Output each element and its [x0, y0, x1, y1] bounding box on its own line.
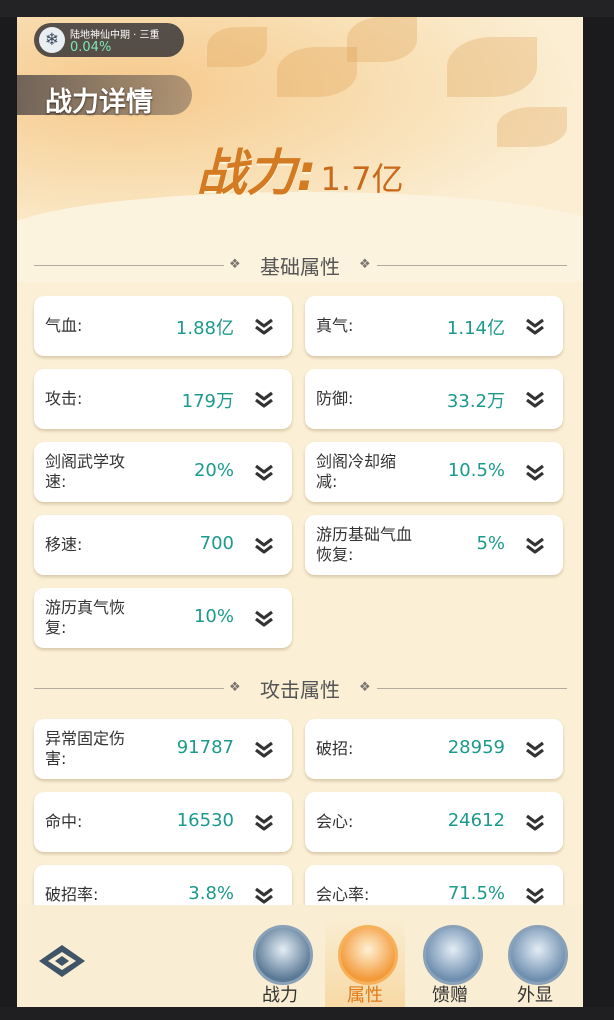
page-title-text: 战力详情	[45, 87, 153, 118]
tab-label: 馈赠	[432, 985, 468, 1006]
gift-icon	[423, 925, 483, 985]
expand-chevron-icon[interactable]	[252, 460, 276, 484]
expand-chevron-icon[interactable]	[523, 810, 547, 834]
attribute-value: 179万	[181, 391, 234, 412]
attribute-value: 3.8%	[188, 883, 234, 904]
expand-chevron-icon[interactable]	[252, 606, 276, 630]
section-header: ❖ 基础属性 ❖	[17, 251, 583, 281]
appearance-icon	[508, 925, 568, 985]
expand-chevron-icon[interactable]	[252, 883, 276, 907]
expand-chevron-icon[interactable]	[252, 387, 276, 411]
attribute-card[interactable]: 游历真气恢复: 10%	[34, 588, 292, 648]
attribute-name: 气血:	[45, 316, 83, 335]
tab-label: 属性	[347, 985, 383, 1006]
attribute-value: 16530	[176, 810, 234, 831]
expand-chevron-icon[interactable]	[252, 810, 276, 834]
tab-0[interactable]: 战力	[240, 915, 320, 1007]
expand-chevron-icon[interactable]	[523, 387, 547, 411]
attribute-card[interactable]: 破招: 28959	[305, 719, 563, 779]
attribute-card[interactable]: 真气: 1.14亿	[305, 296, 563, 356]
attribute-card[interactable]: 防御: 33.2万	[305, 369, 563, 429]
attribute-value: 20%	[193, 460, 234, 481]
attribute-name: 游历真气恢复:	[45, 598, 126, 637]
power-display: 战力: 1.7亿	[17, 133, 583, 205]
attribute-card[interactable]: 会心: 24612	[305, 792, 563, 852]
attribute-value: 24612	[447, 810, 505, 831]
attribute-name: 命中:	[45, 812, 83, 831]
attribute-card[interactable]: 剑阁冷却缩减: 10.5%	[305, 442, 563, 502]
tab-1[interactable]: 属性	[325, 915, 405, 1007]
expand-chevron-icon[interactable]	[252, 533, 276, 557]
attribute-value: 91787	[176, 737, 234, 758]
attribute-name: 防御:	[316, 389, 354, 408]
attribute-card[interactable]: 移速: 700	[34, 515, 292, 575]
attribute-card[interactable]: 攻击: 179万	[34, 369, 292, 429]
expand-chevron-icon[interactable]	[523, 460, 547, 484]
realm-icon: ❄	[39, 27, 65, 53]
expand-chevron-icon[interactable]	[523, 314, 547, 338]
tab-label: 外显	[517, 985, 553, 1006]
attribute-name: 剑阁武学攻速:	[45, 452, 126, 491]
attribute-card[interactable]: 剑阁武学攻速: 20%	[34, 442, 292, 502]
top-status-strip	[0, 0, 614, 17]
attribute-value: 28959	[447, 737, 505, 758]
power-detail-panel: ❄ 陆地神仙中期 · 三重 0.04% 战力详情 战力: 1.7亿 ❖ 基础属性 ❖ 气…	[17, 17, 583, 1007]
expand-chevron-icon[interactable]	[523, 883, 547, 907]
attribute-name: 真气:	[316, 316, 354, 335]
section-header: ❖ 攻击属性 ❖	[17, 674, 583, 704]
expand-chevron-icon[interactable]	[252, 737, 276, 761]
power-label: 战力:	[196, 144, 317, 202]
attribute-name: 破招:	[316, 739, 354, 758]
power-value: 1.7亿	[320, 160, 404, 198]
attribute-value: 1.88亿	[175, 318, 234, 339]
attribute-name: 移速:	[45, 535, 83, 554]
attribute-card[interactable]: 气血: 1.88亿	[34, 296, 292, 356]
attribute-name: 异常固定伤害:	[45, 729, 126, 768]
attribute-name: 剑阁冷却缩减:	[316, 452, 397, 491]
attribute-name: 攻击:	[45, 389, 83, 408]
realm-progress: 0.04%	[70, 40, 112, 55]
bottom-status-strip	[0, 1007, 614, 1020]
attribute-value: 71.5%	[447, 883, 505, 904]
attribute-value: 10%	[193, 606, 234, 627]
home-logo-icon[interactable]	[37, 943, 87, 979]
bottom-tab-bar: 战力 属性 馈赠 外显	[17, 905, 583, 1007]
expand-chevron-icon[interactable]	[523, 533, 547, 557]
page-title: 战力详情	[17, 75, 192, 118]
expand-chevron-icon[interactable]	[523, 737, 547, 761]
attribute-card[interactable]: 游历基础气血恢复: 5%	[305, 515, 563, 575]
realm-name: 陆地神仙中期 · 三重	[70, 30, 160, 41]
attribute-value: 700	[199, 533, 234, 554]
tab-2[interactable]: 馈赠	[410, 915, 490, 1007]
attribute-name: 游历基础气血恢复:	[316, 525, 413, 564]
attribute-value: 1.14亿	[446, 318, 505, 339]
attribute-value: 10.5%	[447, 460, 505, 481]
realm-badge[interactable]: ❄ 陆地神仙中期 · 三重 0.04%	[34, 23, 184, 57]
attribute-icon	[338, 925, 398, 985]
attribute-value: 33.2万	[446, 391, 505, 412]
attribute-card[interactable]: 命中: 16530	[34, 792, 292, 852]
expand-chevron-icon[interactable]	[252, 314, 276, 338]
tab-3[interactable]: 外显	[495, 915, 575, 1007]
tab-label: 战力	[262, 985, 298, 1006]
attribute-card[interactable]: 异常固定伤害: 91787	[34, 719, 292, 779]
swords-icon	[253, 925, 313, 985]
attribute-value: 5%	[476, 533, 505, 554]
attribute-name: 会心:	[316, 812, 354, 831]
